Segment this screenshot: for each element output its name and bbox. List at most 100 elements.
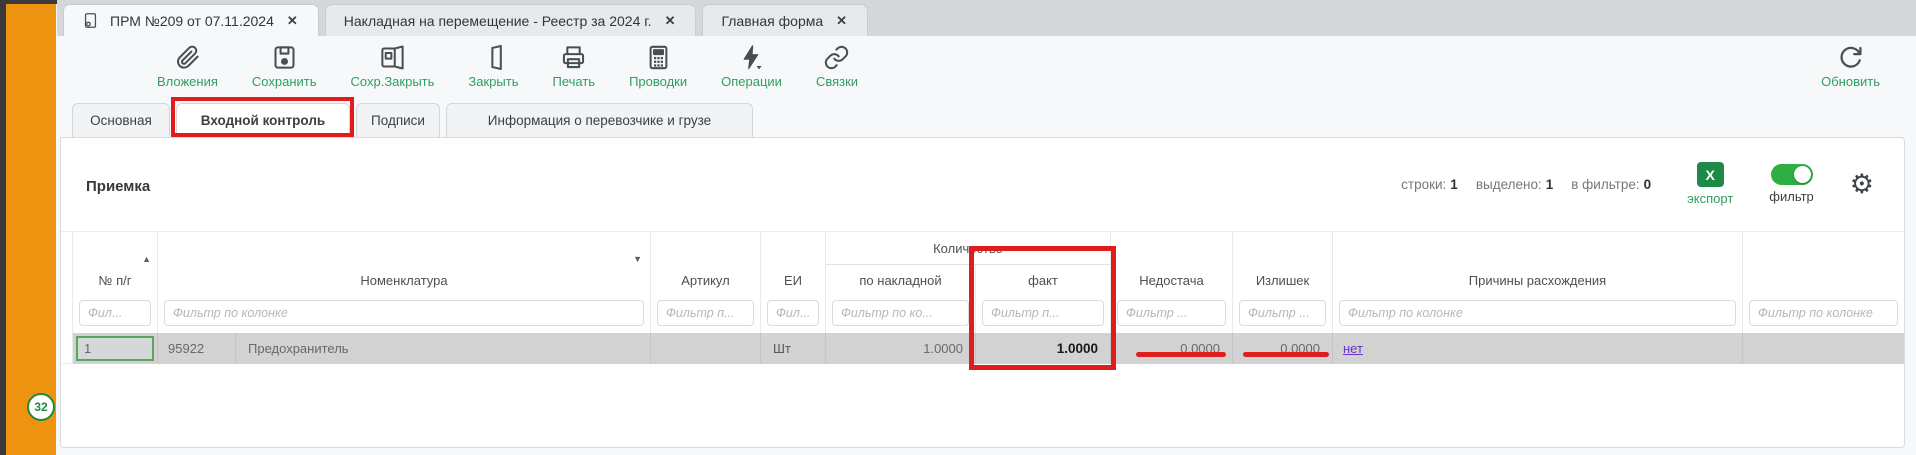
toolbar-chrome: Вложения Сохранить Сохр.Закрыть Закрыть … [57,36,1916,137]
cell-num[interactable]: 1 [73,333,158,364]
save-button[interactable]: Сохранить [252,44,317,89]
group-cell-shortage [1111,232,1233,265]
priemka-table: ▲ ▼ Количество № п/г Номенклатура Артику… [61,231,1904,364]
filter-toggle-label: фильтр [1769,189,1813,204]
operations-label: Операции [721,74,782,89]
filtered-value: 0 [1644,177,1652,192]
nomenclature-code: 95922 [158,333,236,363]
filtered-label: в фильтре: [1571,177,1639,192]
group-header-quantity: Количество [826,232,1111,265]
col-header-fact[interactable]: факт [976,265,1111,295]
gear-icon[interactable]: ⚙ [1850,171,1874,198]
cell-by-invoice[interactable]: 1.0000 [826,333,976,364]
rows-value: 1 [1450,177,1458,192]
cell-nomenclature[interactable]: 95922 Предохранитель [158,333,651,364]
filter-input-by-invoice[interactable] [832,300,969,326]
subtab-main[interactable]: Основная [72,103,170,137]
row-strip-header [61,295,73,333]
priemka-panel: Приемка строки:1 выделено:1 в фильтре:0 … [60,137,1905,448]
filter-input-nomenclature[interactable] [164,300,644,326]
close-icon[interactable]: ✕ [834,11,849,31]
tab-document-prm[interactable]: ПРМ №209 от 07.11.2024 ✕ [63,4,319,36]
reason-link[interactable]: нет [1343,341,1363,356]
filter-input-reasons[interactable] [1339,300,1736,326]
col-header-num[interactable]: № п/г [73,265,158,295]
table-filter-row [61,295,1904,333]
rows-label: строки: [1401,177,1446,192]
cell-surplus[interactable]: 0.0000 [1233,333,1333,364]
row-strip-cell [61,333,73,364]
col-header-reasons[interactable]: Причины расхождения [1333,265,1743,295]
window-tab-bar: ПРМ №209 от 07.11.2024 ✕ Накладная на пе… [57,0,1916,36]
print-button[interactable]: Печать [552,44,595,89]
save-close-label: Сохр.Закрыть [351,74,435,89]
close-label: Закрыть [468,74,518,89]
cell-articul[interactable] [651,333,761,364]
filter-input-unit[interactable] [767,300,819,326]
filter-control: фильтр [1769,164,1813,204]
selected-value: 1 [1546,177,1554,192]
refresh-button[interactable]: Обновить [1821,44,1880,89]
group-cell-extra [1743,232,1904,265]
attachments-label: Вложения [157,74,218,89]
close-button[interactable]: Закрыть [468,44,518,89]
col-header-shortage[interactable]: Недостача [1111,265,1233,295]
col-header-by-invoice[interactable]: по накладной [826,265,976,295]
cell-unit[interactable]: Шт [761,333,826,364]
attachments-button[interactable]: Вложения [157,44,218,89]
filter-input-extra[interactable] [1749,300,1898,326]
printer-icon [560,44,587,71]
filter-input-surplus[interactable] [1239,300,1326,326]
operations-button[interactable]: Операции [721,44,782,89]
paperclip-icon [174,44,201,71]
filter-input-shortage[interactable] [1117,300,1226,326]
subtab-signatures[interactable]: Подписи [356,103,440,137]
table-group-row: ▲ ▼ Количество [61,231,1904,265]
nomenclature-name: Предохранитель [236,333,349,363]
group-cell-nomen: ▼ [158,232,651,265]
save-close-icon [379,44,406,71]
col-header-articul[interactable]: Артикул [651,265,761,295]
close-icon[interactable]: ✕ [285,11,300,31]
sort-asc-icon: ▲ [142,254,151,264]
subtab-input-control[interactable]: Входной контроль [176,103,350,137]
postings-button[interactable]: Проводки [629,44,687,89]
links-label: Связки [816,74,858,89]
subtab-carrier-info[interactable]: Информация о перевозчике и грузе [446,103,753,137]
cell-reasons: нет [1333,333,1743,364]
group-cell-num: ▲ [73,232,158,265]
tab-registry[interactable]: Накладная на перемещение - Реестр за 202… [325,4,697,36]
cell-shortage[interactable]: 0.0000 [1111,333,1233,364]
toggle-knob [1794,166,1811,183]
links-button[interactable]: Связки [816,44,858,89]
document-icon [82,12,99,29]
table-header-row: № п/г Номенклатура Артикул ЕИ по накладн… [61,265,1904,295]
save-label: Сохранить [252,74,317,89]
col-header-nomenclature[interactable]: Номенклатура [158,265,651,295]
focused-cell[interactable]: 1 [76,336,154,361]
excel-export-button[interactable]: X [1697,162,1724,187]
filter-input-fact[interactable] [982,300,1104,326]
tab-label: ПРМ №209 от 07.11.2024 [110,13,274,29]
grid-controls: строки:1 выделено:1 в фильтре:0 X экспор… [1401,156,1874,212]
save-close-button[interactable]: Сохр.Закрыть [351,44,435,89]
sidebar-top-strip [0,0,57,4]
table-row[interactable]: 1 95922 Предохранитель Шт 1.0000 1.0000 … [61,333,1904,364]
filter-input-num[interactable] [79,300,151,326]
refresh-label: Обновить [1821,74,1880,89]
col-header-surplus[interactable]: Излишек [1233,265,1333,295]
filter-toggle[interactable] [1771,164,1813,185]
grid-stats: строки:1 выделено:1 в фильтре:0 [1401,177,1651,192]
export-label: экспорт [1687,191,1733,206]
cell-fact[interactable]: 1.0000 [976,333,1111,364]
export-control: X экспорт [1687,162,1733,206]
chain-icon [823,44,850,71]
group-cell-surplus [1233,232,1333,265]
tab-main-form[interactable]: Главная форма ✕ [702,4,868,36]
app-sidebar [6,4,56,455]
calculator-icon [645,44,672,71]
close-icon[interactable]: ✕ [663,11,678,31]
filter-input-articul[interactable] [657,300,754,326]
save-icon [271,44,298,71]
col-header-unit[interactable]: ЕИ [761,265,826,295]
